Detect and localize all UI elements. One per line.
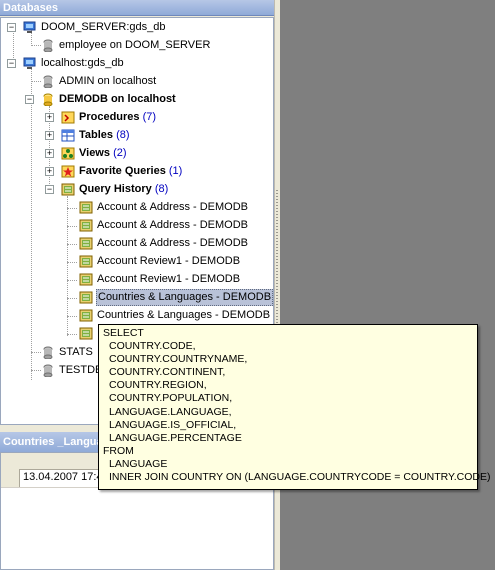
- tree-line: [67, 298, 77, 299]
- collapse-toggle[interactable]: −: [45, 185, 54, 194]
- tree-line: [67, 280, 77, 281]
- sql-line: COUNTRY.CODE,: [109, 340, 196, 353]
- query-icon: [79, 201, 93, 214]
- star-icon: [61, 165, 75, 178]
- sql-line: SELECT: [103, 327, 144, 339]
- tree-line: [67, 244, 77, 245]
- splitter-grip[interactable]: [276, 190, 278, 330]
- expand-toggle[interactable]: +: [45, 149, 54, 158]
- tree-line: [67, 208, 77, 209]
- procedures-icon: [61, 111, 75, 124]
- tree-line: [67, 196, 68, 336]
- database-icon: [43, 75, 53, 88]
- expand-toggle[interactable]: +: [45, 167, 54, 176]
- server-icon: [23, 57, 36, 69]
- sql-line: COUNTRY.POPULATION,: [109, 392, 233, 405]
- expand-toggle[interactable]: +: [45, 131, 54, 140]
- query-icon: [79, 219, 93, 232]
- tree-line: [67, 334, 77, 335]
- views-icon: [61, 147, 75, 160]
- sql-line: INNER JOIN COUNTRY ON (LANGUAGE.COUNTRYC…: [109, 471, 491, 484]
- tree-line: [31, 81, 41, 82]
- query-icon: [79, 273, 93, 286]
- tree-line: [67, 262, 77, 263]
- row-indicator[interactable]: [1, 469, 20, 487]
- panel-title: Databases: [0, 0, 274, 16]
- tree-line: [67, 316, 77, 317]
- collapse-toggle[interactable]: −: [7, 59, 16, 68]
- database-icon: [43, 39, 53, 52]
- sql-line: COUNTRY.COUNTRYNAME,: [109, 353, 248, 366]
- sql-line: LANGUAGE.LANGUAGE,: [109, 405, 232, 418]
- database-icon: [43, 346, 53, 359]
- tree-line: [31, 352, 41, 353]
- tree-line: [31, 45, 41, 46]
- query-icon: [79, 291, 93, 304]
- collapse-toggle[interactable]: −: [25, 95, 34, 104]
- query-icon: [79, 237, 93, 250]
- query-icon: [79, 327, 93, 340]
- tables-icon: [61, 129, 75, 142]
- query-history-icon: [61, 183, 75, 196]
- server-icon: [23, 21, 36, 33]
- database-icon: [43, 93, 53, 106]
- sql-line: COUNTRY.CONTINENT,: [109, 366, 226, 379]
- sql-line: FROM: [103, 444, 134, 457]
- sql-tooltip: SELECT COUNTRY.CODE, COUNTRY.COUNTRYNAME…: [98, 324, 491, 490]
- grid-cell-date: 13.04.2007 17:4: [23, 471, 103, 483]
- sql-line: LANGUAGE.IS_OFFICIAL,: [109, 418, 237, 431]
- expand-toggle[interactable]: +: [45, 113, 54, 122]
- query-icon: [79, 255, 93, 268]
- tree-line: [31, 68, 32, 380]
- database-icon: [43, 364, 53, 377]
- sql-line: COUNTRY.REGION,: [109, 379, 207, 392]
- query-icon: [79, 309, 93, 322]
- sql-line: LANGUAGE: [109, 457, 168, 470]
- collapse-toggle[interactable]: −: [7, 23, 16, 32]
- sql-line: LANGUAGE.PERCENTAGE: [109, 431, 242, 444]
- tree-line: [67, 226, 77, 227]
- tree-line: [31, 370, 41, 371]
